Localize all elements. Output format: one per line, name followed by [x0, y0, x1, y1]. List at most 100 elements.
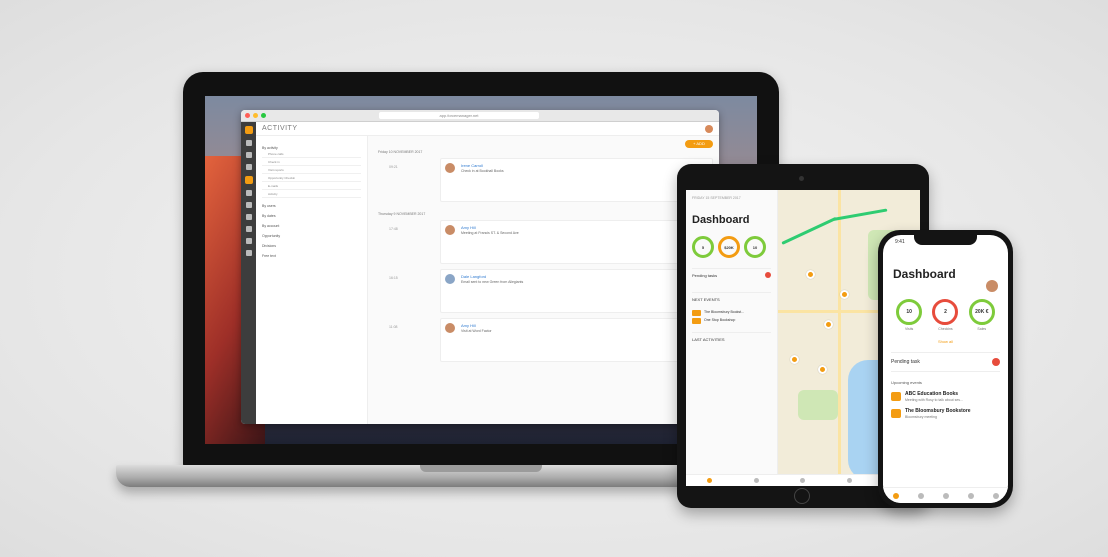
filter-label[interactable]: Free text [262, 254, 361, 258]
map-pin-icon[interactable] [840, 290, 849, 299]
activity-description: Visit at Word Factor [461, 329, 492, 333]
nav-activity-icon[interactable] [244, 176, 253, 184]
map-pin-icon[interactable] [818, 365, 827, 374]
kpi-ring[interactable]: 5 [692, 236, 714, 258]
browser-window: app.forcemanager.net ACTIVITY By activit… [241, 110, 719, 424]
map-route [781, 216, 838, 245]
logo-icon[interactable] [244, 126, 253, 134]
activity-user[interactable]: Amy Hill [461, 225, 708, 230]
nav-accounts-icon[interactable] [245, 152, 252, 158]
dashboard-title: Dashboard [893, 267, 956, 281]
phone-screen: 9:41 Dashboard 10 Visits 2 Checkins 20K … [883, 235, 1008, 503]
crm-app: ACTIVITY By activity Phone calls Check i… [241, 122, 719, 424]
maximize-dot-icon[interactable] [261, 113, 266, 118]
avatar [445, 323, 455, 333]
nav-docs-icon[interactable] [245, 214, 252, 220]
avatar[interactable] [705, 125, 713, 133]
tab-accounts-icon[interactable] [967, 492, 974, 499]
activity-feed: + ADD Friday 10 NOVEMBER 2017 09:21 Iren… [372, 136, 719, 424]
tab-more-icon[interactable] [992, 492, 999, 499]
kpi-ring: 2 [932, 299, 959, 325]
section-header: Upcoming events [891, 380, 922, 385]
tab-accounts-icon[interactable] [847, 478, 853, 483]
day-label: Friday 10 NOVEMBER 2017 [378, 150, 423, 154]
close-dot-icon[interactable] [245, 113, 250, 118]
filter-option[interactable]: Visit reports [262, 166, 361, 174]
address-bar[interactable]: app.forcemanager.net [379, 112, 539, 119]
kpi-item[interactable]: 10 Visits [896, 299, 923, 331]
event-subtitle: Meeting with Rosy to talk about ses... [905, 398, 963, 402]
activity-card[interactable]: 17:48 Amy Hill Meeting at Francis ST. & … [389, 220, 713, 264]
nav-rail [241, 122, 256, 424]
tab-dashboard-icon[interactable] [706, 478, 712, 483]
nav-tasks-icon[interactable] [245, 202, 252, 208]
event-title: The Bloomsbury Bookstore [905, 408, 971, 414]
event-item[interactable]: One Stop Bookshop [692, 318, 771, 324]
kpi-label: Visits [905, 327, 914, 331]
activity-description: Email sent to new Green from Allegiants [461, 280, 524, 284]
add-button[interactable]: + ADD [685, 140, 713, 148]
kpi-ring: 10 [896, 299, 923, 325]
activity-user[interactable]: Irene Carroll [461, 163, 708, 168]
pending-tasks[interactable]: Pending task [891, 352, 1000, 372]
tab-activity-icon[interactable] [753, 478, 759, 483]
map-pin-icon[interactable] [790, 355, 799, 364]
event-item[interactable]: The Bloomsbury Bookst... [692, 310, 771, 316]
phone-device: 9:41 Dashboard 10 Visits 2 Checkins 20K … [878, 230, 1013, 508]
kpi-item[interactable]: 2 Checkins [932, 299, 959, 331]
kpi-ring[interactable]: $20K [718, 236, 740, 258]
nav-calendar-icon[interactable] [245, 190, 252, 196]
activity-user[interactable]: Dale Langford [461, 274, 708, 279]
kpi-item[interactable]: 20K € Sales [968, 299, 995, 331]
tab-dashboard-icon[interactable] [892, 492, 899, 499]
dashboard-panel: FRIDAY 15 SEPTEMBER 2017 Dashboard 5 $20… [686, 190, 778, 486]
nav-reports-icon[interactable] [245, 238, 252, 244]
filter-label[interactable]: Divisions [262, 244, 361, 248]
minimize-dot-icon[interactable] [253, 113, 258, 118]
kpi-ring: 20K € [968, 299, 995, 325]
activity-card[interactable]: 11:08 Amy Hill Visit at Word Factor [389, 318, 713, 362]
tab-contacts-icon[interactable] [942, 492, 949, 499]
phone-notch [914, 235, 977, 245]
show-all-link[interactable]: Show all [883, 339, 1008, 344]
filter-label[interactable]: By users [262, 204, 361, 208]
activity-time: 16:15 [389, 276, 398, 280]
pending-label: Pending task [891, 359, 920, 365]
page-title: ACTIVITY [262, 125, 298, 132]
nav-location-icon[interactable] [245, 226, 252, 232]
filter-option[interactable]: Check in [262, 158, 361, 166]
avatar [445, 163, 455, 173]
activity-description: Check in at Bookhall Books [461, 169, 504, 173]
map-pin-icon[interactable] [806, 270, 815, 279]
event-item[interactable]: The Bloomsbury Bookstore Bloomsbury meet… [891, 408, 1000, 419]
activity-card[interactable]: 16:15 Dale Langford Email sent to new Gr… [389, 269, 713, 313]
home-button[interactable] [794, 488, 810, 504]
filter-label[interactable]: By dates [262, 214, 361, 218]
activity-user[interactable]: Amy Hill [461, 323, 708, 328]
dashboard-title: Dashboard [692, 214, 750, 226]
event-title: ABC Education Books [905, 391, 959, 397]
activity-card[interactable]: 09:21 Irene Carroll Check in at Bookhall… [389, 158, 713, 202]
filter-label[interactable]: By account [262, 224, 361, 228]
tab-contacts-icon[interactable] [800, 478, 806, 483]
laptop-notch [420, 465, 542, 472]
avatar [445, 274, 455, 284]
kpi-rings: 10 Visits 2 Checkins 20K € Sales [891, 299, 1000, 331]
tab-activity-icon[interactable] [917, 492, 924, 499]
nav-home-icon[interactable] [245, 140, 252, 146]
filter-option[interactable]: E-mails [262, 182, 361, 190]
filters-panel: By activity Phone calls Check in Visit r… [256, 136, 368, 424]
nav-contacts-icon[interactable] [245, 164, 252, 170]
event-item[interactable]: ABC Education Books Meeting with Rosy to… [891, 391, 1000, 402]
map-pin-icon[interactable] [824, 320, 833, 329]
app-main: ACTIVITY By activity Phone calls Check i… [256, 122, 719, 424]
filter-option[interactable]: Phone calls [262, 150, 361, 158]
filter-option[interactable]: Opportunity Checkin [262, 174, 361, 182]
dashboard-date: FRIDAY 15 SEPTEMBER 2017 [692, 196, 741, 200]
avatar[interactable] [986, 280, 998, 292]
filter-label[interactable]: Opportunity [262, 234, 361, 238]
kpi-ring[interactable]: 10 [744, 236, 766, 258]
pending-tasks[interactable]: Pending tasks [692, 268, 771, 282]
filter-option[interactable]: Activity [262, 190, 361, 198]
nav-analytics-icon[interactable] [245, 250, 252, 256]
